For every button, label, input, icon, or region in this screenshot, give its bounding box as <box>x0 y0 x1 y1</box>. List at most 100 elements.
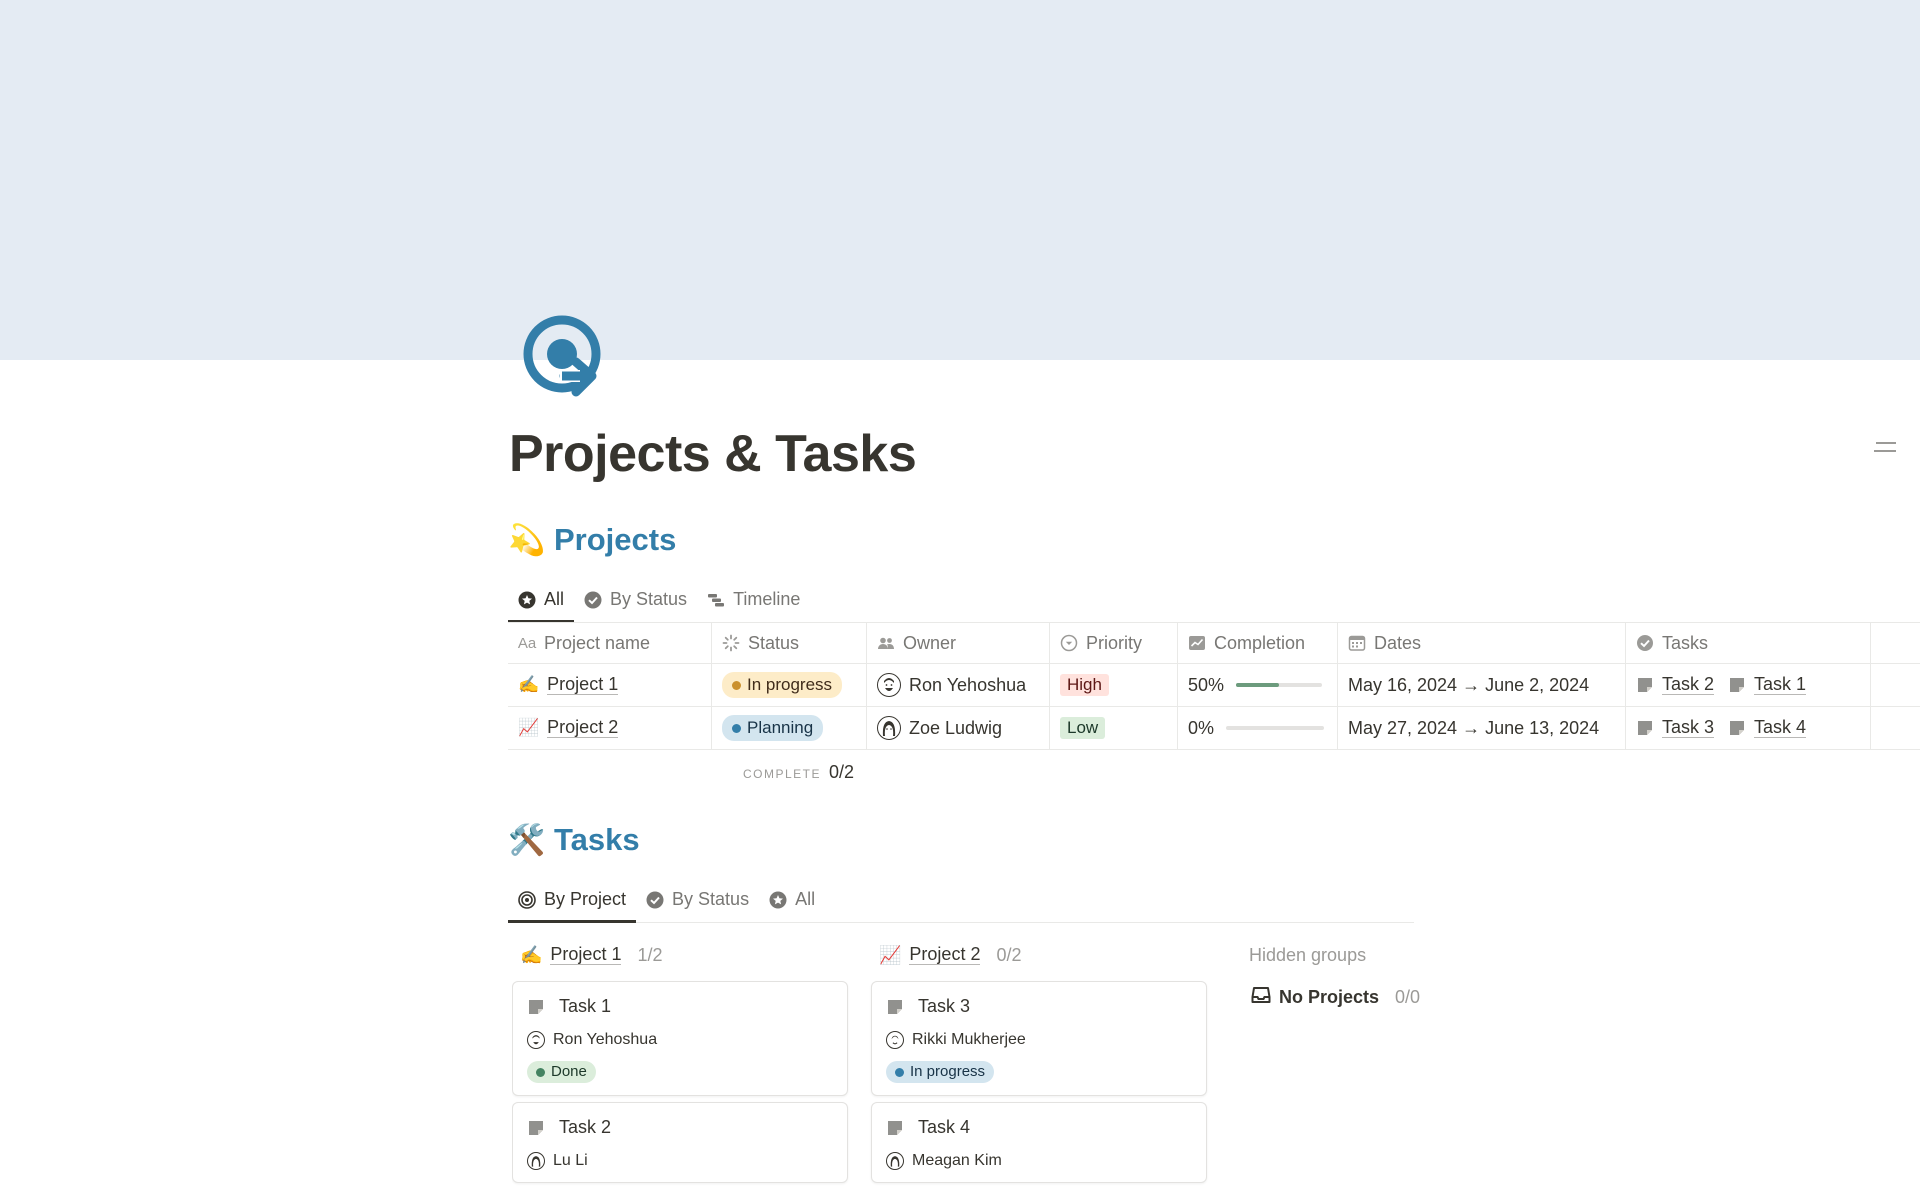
project-link[interactable]: Project 1 <box>547 674 619 696</box>
table-row[interactable]: ✍️ Project 1 In progress Ron Yehoshua Hi… <box>508 664 1920 707</box>
tab-timeline-label: Timeline <box>733 589 801 609</box>
tasks-cell[interactable]: Task 3 Task 4 <box>1626 707 1871 749</box>
task-relation-chip[interactable]: Task 4 <box>1728 717 1807 739</box>
dates-cell[interactable]: May 16, 2024 → June 2, 2024 <box>1338 664 1626 706</box>
card-title: Task 1 <box>527 996 833 1017</box>
owner-cell[interactable]: Ron Yehoshua <box>867 664 1050 706</box>
group-count: 1/2 <box>637 944 663 965</box>
tab-timeline[interactable]: Timeline <box>697 577 810 622</box>
empty-cell <box>1871 664 1920 706</box>
status-cell[interactable]: Planning <box>712 707 867 749</box>
task-title: Task 4 <box>918 1117 971 1137</box>
avatar <box>877 716 901 740</box>
column-label: Tasks <box>1662 632 1709 653</box>
project-name-cell[interactable]: ✍️ Project 1 <box>508 664 712 706</box>
tab-by-project-label: By Project <box>544 889 627 909</box>
task-title: Task 3 <box>918 996 971 1016</box>
check-circle-icon <box>1636 634 1654 652</box>
tasks-heading[interactable]: 🛠️ Tasks <box>508 822 639 858</box>
note-icon <box>529 1120 543 1135</box>
avatar <box>886 1152 904 1170</box>
column-label: Owner <box>903 632 957 653</box>
assignee-name: Meagan Kim <box>912 1152 1002 1169</box>
project-link[interactable]: Project 2 <box>547 717 619 739</box>
priority-badge: Low <box>1060 717 1106 739</box>
group-name[interactable]: Project 2 <box>909 944 981 966</box>
sparkle-emoji-icon: 💫 <box>508 523 546 557</box>
column-header-status[interactable]: Status <box>712 623 867 663</box>
status-calculation[interactable]: COMPLETE 0/2 <box>743 762 854 783</box>
status-cell[interactable]: In progress <box>712 664 867 706</box>
writing-hand-emoji-icon: ✍️ <box>520 944 543 965</box>
hammer-wrench-emoji-icon: 🛠️ <box>508 823 546 857</box>
task-title: Task 1 <box>559 996 612 1016</box>
star-icon <box>518 591 536 609</box>
task-link: Task 2 <box>1662 673 1715 696</box>
target-arrow-icon[interactable] <box>520 312 610 408</box>
tasks-cell[interactable]: Task 2 Task 1 <box>1626 664 1871 706</box>
column-header-dates[interactable]: Dates <box>1338 623 1626 663</box>
tab-by-status-label: By Status <box>610 589 688 609</box>
hidden-group-no-projects[interactable]: No Projects 0/0 <box>1251 985 1420 1010</box>
task-card[interactable]: Task 2 Lu Li <box>512 1102 848 1183</box>
column-header-priority[interactable]: Priority <box>1050 623 1178 663</box>
tab-by-status[interactable]: By Status <box>636 877 759 922</box>
column-label: Completion <box>1214 632 1306 653</box>
hidden-groups-label: Hidden groups <box>1249 945 1367 965</box>
project-name-cell[interactable]: 📈 Project 2 <box>508 707 712 749</box>
column-header-project-name[interactable]: Aa Project name <box>508 623 712 663</box>
column-header-owner[interactable]: Owner <box>867 623 1050 663</box>
priority-cell[interactable]: Low <box>1050 707 1178 749</box>
column-header-completion[interactable]: Completion <box>1178 623 1338 663</box>
task-relation-chip[interactable]: Task 1 <box>1728 673 1807 696</box>
page-cover[interactable] <box>0 0 1920 360</box>
card-assignee: Rikki Mukherjee <box>886 1031 1192 1049</box>
star-icon <box>769 891 787 909</box>
assignee-name: Ron Yehoshua <box>553 1031 658 1048</box>
card-assignee: Meagan Kim <box>886 1152 1192 1170</box>
completion-cell: 50% <box>1178 664 1338 706</box>
table-of-contents-toggle-icon[interactable] <box>1874 442 1896 462</box>
completion-percent: 50% <box>1188 674 1225 695</box>
board-group-header[interactable]: 📈 Project 2 0/2 <box>871 940 1207 970</box>
assignee-name: Lu Li <box>553 1152 588 1169</box>
chart-increasing-emoji-icon: 📈 <box>879 944 902 965</box>
note-icon <box>888 999 902 1014</box>
tab-by-project[interactable]: By Project <box>508 877 637 923</box>
owner-cell[interactable]: Zoe Ludwig <box>867 707 1050 749</box>
group-count: 0/2 <box>996 944 1022 965</box>
task-relation-chip[interactable]: Task 2 <box>1636 673 1715 696</box>
task-card[interactable]: Task 1 Ron Yehoshua Done <box>512 981 848 1096</box>
table-header-row: Aa Project name Status Owner Priority Co… <box>508 622 1920 664</box>
date-range: May 16, 2024 → June 2, 2024 <box>1348 674 1590 695</box>
task-title: Task 2 <box>559 1117 612 1137</box>
calendar-icon <box>1348 634 1366 652</box>
task-link: Task 1 <box>1754 673 1807 696</box>
board-group-header[interactable]: ✍️ Project 1 1/2 <box>512 940 848 970</box>
table-row[interactable]: 📈 Project 2 Planning Zoe Ludwig Low 0% M… <box>508 707 1920 750</box>
projects-heading[interactable]: 💫 Projects <box>508 522 676 558</box>
group-name[interactable]: Project 1 <box>550 944 622 966</box>
column-header-tasks[interactable]: Tasks <box>1626 623 1871 663</box>
tab-all[interactable]: All <box>508 577 575 623</box>
priority-cell[interactable]: High <box>1050 664 1178 706</box>
note-icon <box>1638 720 1652 735</box>
page-title[interactable]: Projects & Tasks <box>509 424 917 484</box>
task-card[interactable]: Task 4 Meagan Kim <box>871 1102 1207 1183</box>
no-projects-label: No Projects <box>1279 987 1380 1007</box>
completion-cell: 0% <box>1178 707 1338 749</box>
progress-bar-fill <box>1236 683 1280 687</box>
target-icon <box>518 890 536 909</box>
tasks-board: ✍️ Project 1 1/2 Task 1 Ron Yehoshua Don… <box>512 940 1912 1199</box>
task-relation-chip[interactable]: Task 3 <box>1636 717 1715 739</box>
projects-table: Aa Project name Status Owner Priority Co… <box>508 622 1920 750</box>
task-card[interactable]: Task 3 Rikki Mukherjee In progress <box>871 981 1207 1096</box>
avatar <box>877 673 901 697</box>
tab-all[interactable]: All <box>759 877 825 922</box>
status-badge: In progress <box>886 1061 995 1083</box>
tab-by-status[interactable]: By Status <box>574 577 697 622</box>
status-text: In progress <box>747 675 833 694</box>
dates-cell[interactable]: May 27, 2024 → June 13, 2024 <box>1338 707 1626 749</box>
status-text: In progress <box>910 1063 986 1080</box>
avatar <box>527 1152 545 1170</box>
